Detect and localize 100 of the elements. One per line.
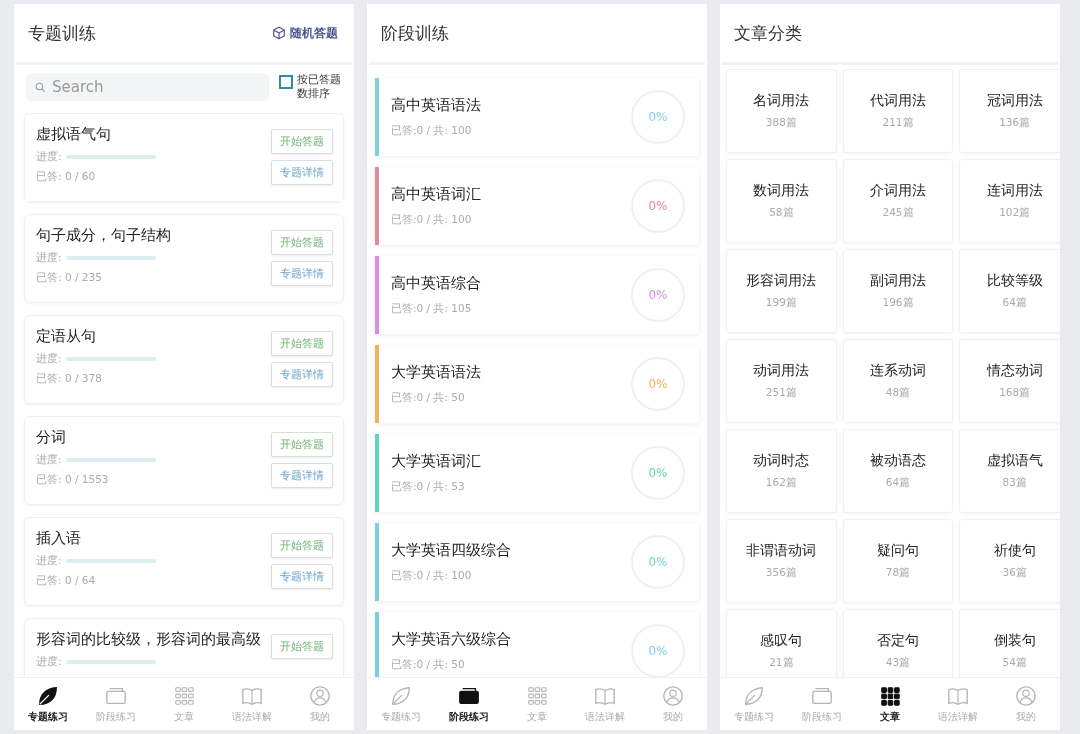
category-name: 数词用法 (753, 182, 810, 200)
nav-tab[interactable]: 文章 (856, 678, 924, 730)
user-icon (1015, 684, 1037, 707)
progress-label: 进度: (36, 655, 62, 669)
category-tile[interactable]: 形容词用法 199篇 (726, 249, 837, 333)
progress-label: 进度: (36, 251, 62, 265)
category-name: 介词用法 (870, 182, 926, 200)
category-name: 动词用法 (753, 362, 810, 380)
category-tile[interactable]: 副词用法 196篇 (842, 249, 954, 333)
stage-card[interactable]: 高中英语词汇 已答:0 / 共: 100 0% (375, 167, 699, 245)
percent-ring: 0% (631, 90, 685, 144)
article-count: 245篇 (882, 206, 914, 220)
category-name: 形容词用法 (746, 272, 817, 290)
stage-stats: 已答:0 / 共: 50 (391, 391, 466, 405)
category-tile[interactable]: 代词用法 211篇 (842, 69, 954, 153)
category-tile[interactable]: 名词用法 388篇 (726, 69, 837, 153)
article-count: 199篇 (765, 296, 797, 310)
category-tile[interactable]: 疑问句 78篇 (842, 519, 954, 603)
search-field[interactable]: Search (26, 73, 269, 101)
grid-icon (526, 684, 548, 707)
percent-ring: 0% (631, 268, 685, 322)
stage-title: 大学英语六级综合 (391, 630, 512, 649)
stage-title: 大学英语语法 (391, 363, 482, 382)
article-count: 64篇 (1002, 296, 1027, 310)
stage-card[interactable]: 大学英语语法 已答:0 / 共: 50 0% (375, 345, 699, 423)
stage-stats: 已答:0 / 共: 53 (391, 480, 466, 494)
stage-title: 大学英语四级综合 (391, 541, 512, 560)
category-tile[interactable]: 数词用法 58篇 (726, 159, 837, 243)
article-count: 251篇 (765, 386, 797, 400)
category-name: 否定句 (877, 632, 919, 650)
leaf-icon (743, 684, 765, 707)
topic-title: 句子成分，句子结构 (36, 226, 171, 245)
answered-count: 已答: 0 / 60 (36, 170, 97, 184)
nav-tab[interactable]: 专题练习 (14, 678, 82, 730)
article-count: 21篇 (769, 656, 794, 670)
answered-count: 已答: 0 / 378 (36, 372, 103, 386)
category-tile[interactable]: 祈使句 36篇 (959, 519, 1060, 603)
category-tile[interactable]: 情态动词 168篇 (959, 339, 1060, 423)
category-tile[interactable]: 被动语态 64篇 (842, 429, 954, 513)
category-name: 疑问句 (877, 542, 919, 560)
percent-ring: 0% (631, 357, 685, 411)
stage-card[interactable]: 大学英语词汇 已答:0 / 共: 53 0% (375, 434, 699, 512)
stage-title: 大学英语词汇 (391, 452, 482, 471)
article-count: 388篇 (765, 116, 797, 130)
stage-stats: 已答:0 / 共: 100 (391, 569, 473, 583)
nav-tab[interactable]: 阶段练习 (435, 678, 503, 730)
category-tile[interactable]: 冠词用法 136篇 (959, 69, 1060, 153)
stage-card[interactable]: 大学英语六级综合 已答:0 / 共: 50 0% (375, 612, 699, 677)
category-tile[interactable]: 非谓语动词 356篇 (726, 519, 837, 603)
sort-checkbox[interactable]: 按已答题数排序 (278, 73, 342, 101)
answered-count: 已答: 0 / 1553 (36, 473, 110, 487)
category-name: 连词用法 (986, 182, 1043, 200)
category-tile[interactable]: 动词用法 251篇 (726, 339, 837, 423)
stage-stats: 已答:0 / 共: 50 (391, 658, 466, 672)
progress-label: 进度: (36, 554, 62, 568)
checkbox[interactable] (278, 75, 293, 90)
article-count: 102篇 (999, 206, 1031, 220)
topic-title: 定语从句 (36, 327, 97, 346)
screen-title: 文章分类 (734, 21, 802, 45)
stage-title: 高中英语语法 (391, 96, 482, 115)
article-count: 43篇 (885, 656, 911, 670)
category-tile[interactable]: 虚拟语气 83篇 (959, 429, 1060, 513)
progress-label: 进度: (36, 150, 62, 164)
grid-icon (879, 684, 901, 707)
topic-title: 分词 (36, 428, 67, 447)
category-name: 代词用法 (870, 92, 926, 110)
category-name: 非谓语动词 (746, 542, 817, 560)
category-tile[interactable]: 比较等级 64篇 (959, 249, 1060, 333)
stage-stats: 已答:0 / 共: 100 (391, 213, 473, 227)
stage-card[interactable]: 大学英语四级综合 已答:0 / 共: 100 0% (375, 523, 699, 601)
category-name: 连系动词 (870, 362, 926, 380)
article-count: 136篇 (999, 116, 1031, 130)
article-count: 211篇 (882, 116, 914, 130)
category-tile[interactable]: 介词用法 245篇 (842, 159, 954, 243)
article-count: 78篇 (885, 566, 911, 580)
category-name: 名词用法 (753, 92, 810, 110)
percent-ring: 0% (631, 179, 685, 233)
category-tile[interactable]: 动词时态 162篇 (726, 429, 837, 513)
article-count: 196篇 (882, 296, 914, 310)
stage-card[interactable]: 高中英语语法 已答:0 / 共: 100 0% (375, 78, 699, 156)
leaf-icon (390, 684, 412, 707)
random-quiz-button[interactable]: 随机答题 (272, 24, 338, 42)
leaf-icon (37, 684, 59, 707)
article-count: 162篇 (765, 476, 797, 490)
stage-stats: 已答:0 / 共: 105 (391, 302, 473, 316)
category-tile[interactable]: 连系动词 48篇 (842, 339, 954, 423)
category-tile[interactable]: 连词用法 102篇 (959, 159, 1060, 243)
category-name: 动词时态 (753, 452, 810, 470)
answered-count: 已答: 0 / 235 (36, 271, 103, 285)
stage-title: 高中英语词汇 (391, 185, 482, 204)
category-name: 比较等级 (986, 272, 1043, 290)
answered-count: 已答: 0 / 64 (36, 574, 97, 588)
stage-card[interactable]: 高中英语综合 已答:0 / 共: 105 0% (375, 256, 699, 334)
category-name: 情态动词 (986, 362, 1043, 380)
screen-title: 阶段训练 (381, 21, 449, 45)
percent-ring: 0% (631, 535, 685, 589)
progress-label: 进度: (36, 352, 62, 366)
user-icon (662, 684, 684, 707)
article-count: 168篇 (999, 386, 1031, 400)
cube-icon (272, 26, 286, 40)
